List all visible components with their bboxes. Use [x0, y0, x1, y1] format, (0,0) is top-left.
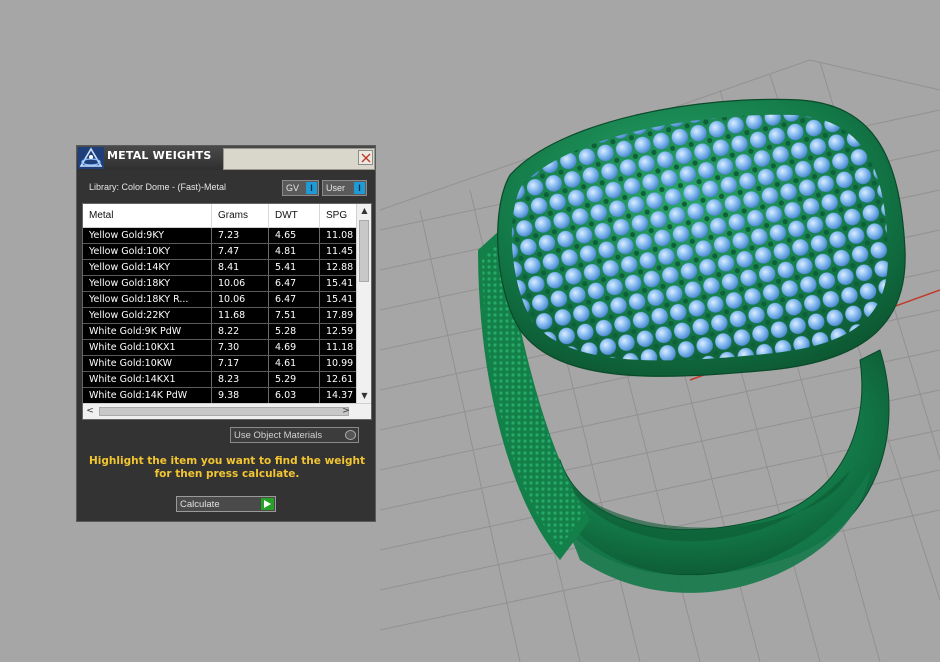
cell-metal: White Gold:10KW: [83, 356, 212, 371]
vertical-scroll-thumb[interactable]: [359, 220, 369, 282]
cell-spg: 12.88: [326, 262, 354, 273]
cell-metal: White Gold:10KX1: [83, 340, 212, 355]
table-body: Yellow Gold:9KY 7.23 4.65 11.08 Yellow Gold:…: [83, 228, 356, 403]
cell-spg: 12.61: [326, 374, 354, 385]
cell-spg: 11.08: [326, 230, 354, 241]
gv-toggle[interactable]: GV I: [282, 180, 319, 196]
cell-dwt: 6.47: [269, 292, 320, 307]
cell-grams: 7.47: [212, 244, 269, 259]
dialog-title: METAL WEIGHTS: [107, 149, 212, 162]
cell-spg: 15.41: [326, 278, 354, 289]
cell-spg: 12.59: [326, 326, 354, 337]
cell-dwt: 6.47: [269, 276, 320, 291]
table-row[interactable]: Yellow Gold:9KY 7.23 4.65 11.08: [83, 228, 356, 244]
cell-spg: 10.99: [326, 358, 354, 369]
cell-dwt: 4.65: [269, 228, 320, 243]
cell-dwt: 4.81: [269, 244, 320, 259]
table-header: Metal Grams DWT SPG: [83, 204, 356, 228]
table-row[interactable]: White Gold:10KW 7.17 4.61 10.99: [83, 356, 356, 372]
user-toggle-label: User: [326, 183, 346, 193]
instructions-text: Highlight the item you want to find the …: [89, 455, 365, 480]
use-object-materials-label: Use Object Materials: [234, 430, 323, 441]
cell-spg: 11.18: [326, 342, 354, 353]
play-arrow-icon: [261, 498, 274, 510]
horizontal-scrollbar[interactable]: < >: [83, 403, 371, 419]
close-button[interactable]: [358, 150, 373, 165]
table-row[interactable]: White Gold:10KX1 7.30 4.69 11.18: [83, 340, 356, 356]
cell-dwt: 5.29: [269, 372, 320, 387]
scroll-down-icon[interactable]: ▼: [357, 389, 372, 403]
cell-grams: 8.23: [212, 372, 269, 387]
table-row[interactable]: White Gold:14KX1 8.23 5.29 12.61: [83, 372, 356, 388]
cell-grams: 8.22: [212, 324, 269, 339]
table-row[interactable]: Yellow Gold:22KY 11.68 7.51 17.89: [83, 308, 356, 324]
cell-dwt: 5.41: [269, 260, 320, 275]
radio-knob-icon: [345, 430, 356, 440]
user-toggle[interactable]: User I: [322, 180, 367, 196]
close-icon: [361, 153, 371, 163]
title-tab-area: [223, 148, 375, 170]
table-row[interactable]: White Gold:9K PdW 8.22 5.28 12.59: [83, 324, 356, 340]
cell-metal: Yellow Gold:18KY: [83, 276, 212, 291]
table-row[interactable]: Yellow Gold:14KY 8.41 5.41 12.88: [83, 260, 356, 276]
cell-spg: 17.89: [326, 310, 354, 321]
cell-metal: White Gold:9K PdW: [83, 324, 212, 339]
gv-toggle-label: GV: [286, 183, 300, 193]
column-header-metal[interactable]: Metal: [83, 204, 212, 228]
cell-grams: 11.68: [212, 308, 269, 323]
cell-dwt: 7.51: [269, 308, 320, 323]
cell-grams: 7.17: [212, 356, 269, 371]
vertical-scrollbar[interactable]: ▲ ▼: [356, 204, 371, 403]
cell-metal: White Gold:14K PdW: [83, 388, 212, 403]
cell-metal: Yellow Gold:18KY R...: [83, 292, 212, 307]
cell-metal: Yellow Gold:22KY: [83, 308, 212, 323]
horizontal-scroll-thumb[interactable]: [99, 407, 349, 416]
cell-dwt: 4.69: [269, 340, 320, 355]
cell-grams: 9.38: [212, 388, 269, 403]
table-row[interactable]: Yellow Gold:10KY 7.47 4.81 11.45: [83, 244, 356, 260]
metal-weights-dialog: METAL WEIGHTS Library: Color Dome - (Fas…: [76, 145, 376, 522]
cell-metal: Yellow Gold:10KY: [83, 244, 212, 259]
cell-grams: 7.23: [212, 228, 269, 243]
calculate-label: Calculate: [180, 499, 220, 510]
cell-dwt: 4.61: [269, 356, 320, 371]
calculate-button[interactable]: Calculate: [176, 496, 276, 512]
cell-spg: 14.37: [326, 390, 354, 401]
cell-grams: 8.41: [212, 260, 269, 275]
table-row[interactable]: Yellow Gold:18KY 10.06 6.47 15.41: [83, 276, 356, 292]
cell-spg: 15.41: [326, 294, 354, 305]
cell-metal: White Gold:14KX1: [83, 372, 212, 387]
scroll-left-icon[interactable]: <: [83, 404, 97, 419]
cell-metal: Yellow Gold:14KY: [83, 260, 212, 275]
toggle-knob-icon: I: [354, 182, 365, 194]
table-row[interactable]: Yellow Gold:18KY R... 10.06 6.47 15.41: [83, 292, 356, 308]
cell-dwt: 5.28: [269, 324, 320, 339]
cell-grams: 10.06: [212, 276, 269, 291]
cell-dwt: 6.03: [269, 388, 320, 403]
column-header-spg[interactable]: SPG: [320, 204, 356, 228]
use-object-materials-toggle[interactable]: Use Object Materials: [230, 427, 359, 443]
toggle-knob-icon: I: [306, 182, 317, 194]
cell-grams: 7.30: [212, 340, 269, 355]
table-row[interactable]: White Gold:14K PdW 9.38 6.03 14.37: [83, 388, 356, 403]
cell-grams: 10.06: [212, 292, 269, 307]
scroll-up-icon[interactable]: ▲: [357, 204, 372, 218]
column-header-grams[interactable]: Grams: [212, 204, 269, 228]
metal-table[interactable]: Metal Grams DWT SPG Yellow Gold:9KY 7.23 4…: [82, 203, 372, 420]
dialog-titlebar[interactable]: METAL WEIGHTS: [77, 146, 375, 170]
library-label: Library: Color Dome - (Fast)-Metal: [89, 182, 227, 192]
column-header-dwt[interactable]: DWT: [269, 204, 320, 228]
cell-metal: Yellow Gold:9KY: [83, 228, 212, 243]
scroll-right-icon[interactable]: >: [339, 404, 353, 419]
cell-spg: 11.45: [326, 246, 354, 257]
app-logo-icon: [78, 147, 104, 169]
